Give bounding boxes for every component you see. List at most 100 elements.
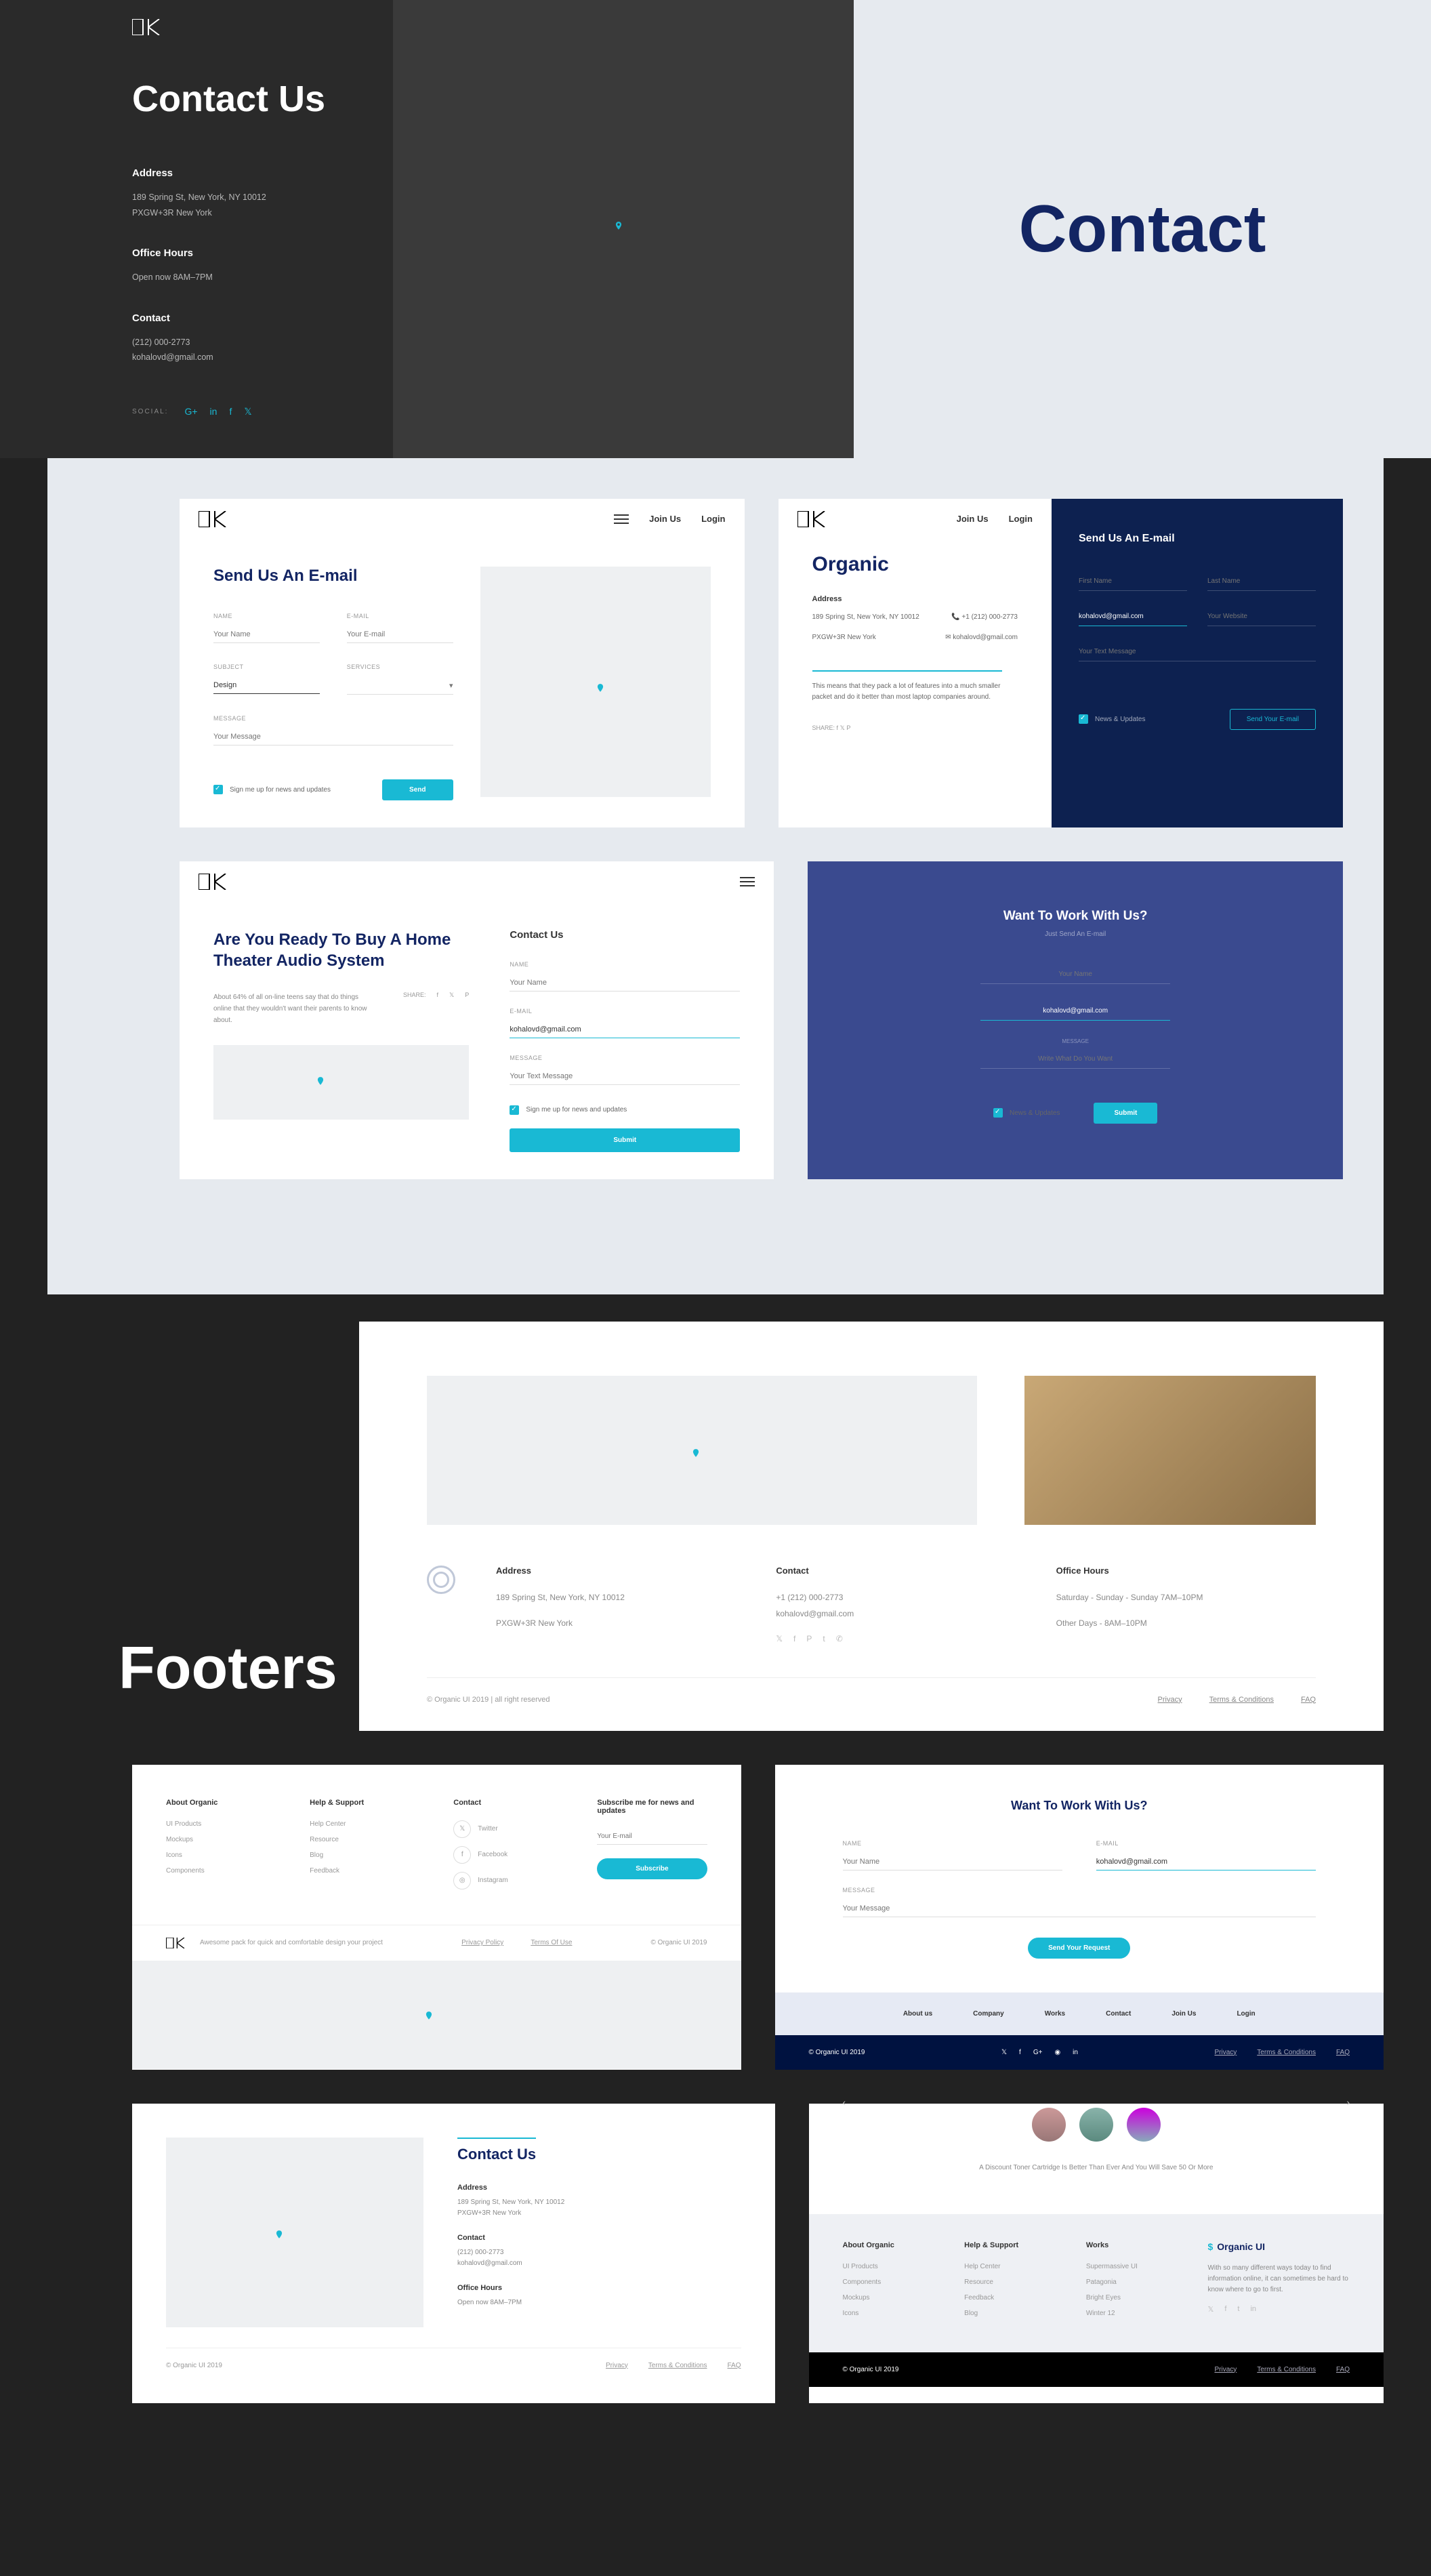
signup-checkbox[interactable] [510, 1105, 519, 1115]
news-checkbox[interactable] [1079, 714, 1088, 724]
avatar[interactable] [1079, 2108, 1113, 2142]
linkedin-icon[interactable]: in [1073, 2049, 1078, 2056]
logo-icon[interactable] [797, 511, 827, 527]
card-map[interactable] [213, 1045, 469, 1120]
send-email-button[interactable]: Send Your E-mail [1230, 709, 1316, 730]
arrow-right-icon[interactable]: › [1346, 2097, 1350, 2108]
email-input[interactable] [347, 626, 453, 643]
subscribe-input[interactable] [597, 1828, 707, 1845]
subscribe-button[interactable]: Subscribe [597, 1858, 707, 1879]
message-input[interactable] [980, 1050, 1170, 1069]
hero-map[interactable] [393, 0, 854, 458]
login-link[interactable]: Login [1009, 514, 1033, 524]
nav-join[interactable]: Join Us [1171, 2010, 1196, 2018]
linkedin-icon[interactable]: in [210, 406, 217, 417]
submit-button[interactable]: Submit [510, 1128, 740, 1152]
pinterest-icon[interactable]: P [465, 991, 469, 998]
google-plus-icon[interactable]: G+ [184, 406, 197, 417]
twitter-icon[interactable]: 𝕏 [1207, 2305, 1214, 2314]
email-input[interactable] [1096, 1854, 1316, 1870]
terms-link[interactable]: Terms & Conditions [1209, 1696, 1274, 1704]
twitter-icon[interactable]: 𝕏 [453, 1820, 471, 1838]
message-input[interactable] [1079, 642, 1316, 661]
message-input[interactable] [510, 1068, 740, 1085]
logo-icon[interactable] [199, 511, 228, 527]
arrow-left-icon[interactable]: ‹ [843, 2097, 846, 2108]
footer-map[interactable] [166, 2138, 423, 2327]
message-input[interactable] [213, 729, 453, 745]
privacy-link[interactable]: Privacy [1214, 2366, 1237, 2373]
nav-about[interactable]: About us [903, 2010, 932, 2018]
footer-map[interactable] [427, 1376, 977, 1525]
avatar[interactable] [1127, 2108, 1161, 2142]
name-input[interactable] [843, 1854, 1062, 1870]
tumblr-icon[interactable]: t [1237, 2305, 1239, 2314]
facebook-icon[interactable]: f [793, 1634, 795, 1643]
name-input[interactable] [980, 965, 1170, 984]
logo-icon[interactable] [199, 874, 228, 890]
dribbble-icon[interactable]: ◉ [1054, 2049, 1060, 2056]
privacy-link[interactable]: Privacy [1158, 1696, 1182, 1704]
twitter-icon[interactable]: 𝕏 [776, 1634, 783, 1643]
privacy-link[interactable]: Privacy [606, 2362, 628, 2369]
facebook-icon[interactable]: f [437, 991, 439, 998]
privacy-link[interactable]: Privacy Policy [461, 1939, 503, 1946]
facebook-icon[interactable]: f [1224, 2305, 1226, 2314]
nav-works[interactable]: Works [1045, 2010, 1065, 2018]
menu-icon[interactable] [740, 877, 755, 886]
twitter-icon[interactable]: 𝕏 [840, 724, 845, 731]
join-link[interactable]: Join Us [957, 514, 989, 524]
send-request-button[interactable]: Send Your Request [1028, 1938, 1130, 1959]
submit-button[interactable]: Submit [1094, 1103, 1157, 1124]
name-input[interactable] [510, 975, 740, 991]
login-link[interactable]: Login [701, 514, 725, 524]
instagram-icon[interactable]: ◎ [453, 1872, 471, 1889]
facebook-icon[interactable]: f [229, 406, 232, 417]
website-input[interactable] [1207, 607, 1316, 626]
tumblr-icon[interactable]: t [823, 1634, 825, 1643]
facebook-icon[interactable]: f [837, 724, 839, 731]
card-map[interactable] [480, 567, 711, 797]
message-input[interactable] [843, 1900, 1316, 1917]
linkedin-icon[interactable]: in [1250, 2305, 1256, 2314]
avatar[interactable] [1032, 2108, 1066, 2142]
email-input[interactable] [980, 1002, 1170, 1021]
terms-link[interactable]: Terms & Conditions [1257, 2366, 1316, 2373]
join-link[interactable]: Join Us [649, 514, 681, 524]
facebook-icon[interactable]: f [453, 1846, 471, 1864]
nav-contact[interactable]: Contact [1106, 2010, 1131, 2018]
facebook-icon[interactable]: f [1019, 2049, 1021, 2056]
subject-input[interactable] [213, 677, 320, 694]
logo-icon[interactable] [132, 19, 162, 35]
terms-link[interactable]: Terms & Conditions [1257, 2049, 1316, 2056]
nav-company[interactable]: Company [973, 2010, 1004, 2018]
signup-checkbox[interactable] [213, 785, 223, 794]
about-list: UI Products Mockups Icons Components [166, 1820, 276, 1875]
faq-link[interactable]: FAQ [1336, 2366, 1350, 2373]
footer-map[interactable] [132, 1961, 741, 2069]
send-button[interactable]: Send [382, 779, 453, 800]
terms-link[interactable]: Terms & Conditions [648, 2362, 707, 2369]
lastname-input[interactable] [1207, 572, 1316, 591]
firstname-input[interactable] [1079, 572, 1187, 591]
whatsapp-icon[interactable]: ✆ [836, 1634, 843, 1643]
privacy-link[interactable]: Privacy [1214, 2049, 1237, 2056]
faq-link[interactable]: FAQ [1336, 2049, 1350, 2056]
nav-login[interactable]: Login [1237, 2010, 1255, 2018]
email-input[interactable] [510, 1021, 740, 1038]
pinterest-icon[interactable]: P [846, 724, 850, 731]
faq-link[interactable]: FAQ [1301, 1696, 1316, 1704]
menu-icon[interactable] [614, 514, 629, 524]
twitter-icon[interactable]: 𝕏 [449, 991, 454, 999]
name-input[interactable] [213, 626, 320, 643]
terms-link[interactable]: Terms Of Use [531, 1939, 572, 1946]
pinterest-icon[interactable]: P [806, 1634, 812, 1643]
email-input[interactable] [1079, 607, 1187, 626]
news-checkbox[interactable] [993, 1108, 1003, 1118]
faq-link[interactable]: FAQ [727, 2362, 741, 2369]
services-dropdown[interactable]: ▾ [347, 677, 453, 695]
twitter-icon[interactable]: 𝕏 [1001, 2049, 1007, 2056]
twitter-icon[interactable]: 𝕏 [244, 406, 251, 417]
logo-icon[interactable] [166, 1938, 186, 1948]
google-plus-icon[interactable]: G+ [1033, 2049, 1043, 2056]
